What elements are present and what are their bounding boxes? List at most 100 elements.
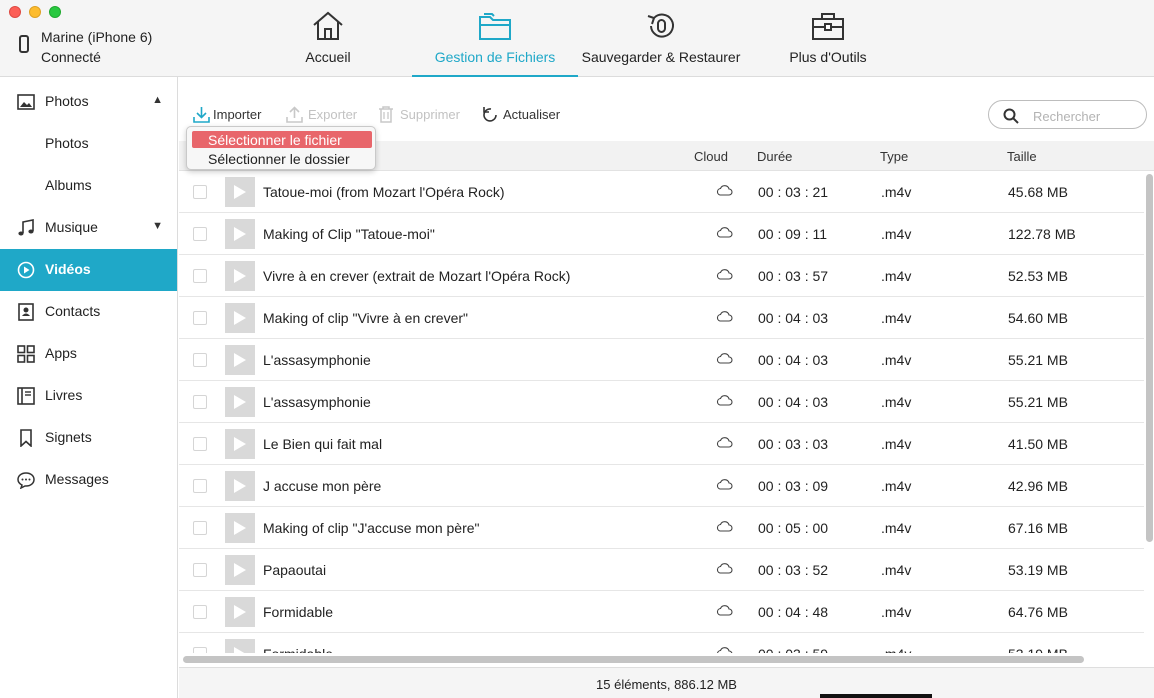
- row-checkbox[interactable]: [193, 395, 207, 409]
- contacts-icon: [18, 303, 34, 321]
- cloud-icon: [717, 647, 733, 653]
- table-row[interactable]: Formidable 00 : 03 : 59 .m4v 53.19 MB: [179, 633, 1144, 653]
- export-button[interactable]: Exporter: [286, 106, 361, 126]
- export-icon: [286, 106, 303, 123]
- tab-home-label: Accueil: [305, 49, 351, 65]
- table-row[interactable]: Le Bien qui fait mal 00 : 03 : 03 .m4v 41.5…: [179, 423, 1144, 465]
- sidebar-item-music[interactable]: Musique ▼: [0, 207, 177, 249]
- tab-file-management[interactable]: Gestion de Fichiers: [412, 0, 578, 77]
- table-row[interactable]: Vivre à en crever (extrait de Mozart l'O…: [179, 255, 1144, 297]
- video-thumbnail: [225, 261, 255, 291]
- play-icon: [234, 269, 246, 283]
- video-type: .m4v: [881, 352, 912, 368]
- menu-item-select-file[interactable]: Sélectionner le fichier: [192, 131, 372, 148]
- sidebar-item-label: Vidéos: [45, 261, 91, 277]
- video-duration: 00 : 04 : 03: [758, 352, 829, 368]
- video-duration: 00 : 03 : 21: [758, 184, 829, 200]
- table-row[interactable]: Tatoue-moi (from Mozart l'Opéra Rock) 00 …: [179, 171, 1144, 213]
- video-duration: 00 : 04 : 03: [758, 310, 829, 326]
- home-icon: [313, 11, 343, 40]
- video-thumbnail: [225, 513, 255, 543]
- sidebar-item-books[interactable]: Livres: [0, 375, 177, 417]
- refresh-button[interactable]: Actualiser: [482, 106, 562, 126]
- video-type: .m4v: [881, 310, 912, 326]
- table-row[interactable]: Papaoutai 00 : 03 : 52 .m4v 53.19 MB: [179, 549, 1144, 591]
- video-size: 55.21 MB: [1008, 394, 1068, 410]
- row-checkbox[interactable]: [193, 437, 207, 451]
- zoom-window-button[interactable]: [49, 6, 61, 18]
- sidebar-item-apps[interactable]: Apps: [0, 333, 177, 375]
- sidebar-subitem-albums[interactable]: Albums: [0, 165, 177, 207]
- backup-restore-icon: [647, 13, 674, 38]
- table-row[interactable]: L'assasymphonie 00 : 04 : 03 .m4v 55.21 MB: [179, 381, 1144, 423]
- column-header-duration[interactable]: Durée: [757, 149, 792, 164]
- search-placeholder: Rechercher: [1033, 109, 1101, 124]
- video-duration: 00 : 03 : 52: [758, 562, 829, 578]
- minimize-window-button[interactable]: [29, 6, 41, 18]
- sidebar-item-bookmarks[interactable]: Signets: [0, 417, 177, 459]
- row-checkbox[interactable]: [193, 521, 207, 535]
- horizontal-scrollbar[interactable]: [183, 656, 1084, 663]
- table-row[interactable]: L'assasymphonie 00 : 04 : 03 .m4v 55.21 MB: [179, 339, 1144, 381]
- row-checkbox[interactable]: [193, 605, 207, 619]
- sidebar: Photos ▲ Photos Albums Musique ▼ Vidéos …: [0, 77, 178, 698]
- table-row[interactable]: J accuse mon père 00 : 03 : 09 .m4v 42.96 M…: [179, 465, 1144, 507]
- row-checkbox[interactable]: [193, 647, 207, 653]
- search-input[interactable]: Rechercher: [988, 100, 1147, 129]
- tab-more-tools[interactable]: Plus d'Outils: [770, 0, 886, 75]
- row-checkbox[interactable]: [193, 311, 207, 325]
- cloud-icon: [716, 269, 733, 280]
- row-checkbox[interactable]: [193, 563, 207, 577]
- row-checkbox[interactable]: [193, 269, 207, 283]
- import-menu: Sélectionner le fichier Sélectionner le …: [186, 126, 376, 170]
- video-thumbnail: [225, 219, 255, 249]
- import-label: Importer: [213, 107, 262, 122]
- table-row[interactable]: Making of Clip "Tatoue-moi" 00 : 09 : 11.…: [179, 213, 1144, 255]
- folder-icon: [479, 13, 511, 40]
- table-row[interactable]: Making of clip "Vivre à en crever" 00 : 0…: [179, 297, 1144, 339]
- row-checkbox[interactable]: [193, 479, 207, 493]
- bookmark-icon: [20, 429, 32, 447]
- tab-backup-restore[interactable]: Sauvegarder & Restaurer: [580, 0, 742, 75]
- photo-icon: [17, 94, 35, 110]
- video-type: .m4v: [881, 604, 912, 620]
- sidebar-item-photos[interactable]: Photos ▲: [0, 81, 177, 123]
- row-checkbox[interactable]: [193, 227, 207, 241]
- sidebar-item-label: Contacts: [45, 303, 101, 319]
- delete-button[interactable]: Supprimer: [378, 106, 463, 126]
- sidebar-item-videos[interactable]: Vidéos: [0, 249, 177, 291]
- tab-home[interactable]: Accueil: [278, 0, 378, 75]
- video-thumbnail: [225, 639, 255, 653]
- play-icon: [234, 647, 245, 653]
- chevron-down-icon[interactable]: ▼: [152, 220, 163, 232]
- chevron-up-icon[interactable]: ▲: [152, 94, 163, 106]
- sidebar-subitem-photos[interactable]: Photos: [0, 123, 177, 165]
- menu-item-select-folder[interactable]: Sélectionner le dossier: [192, 150, 372, 167]
- column-header-type[interactable]: Type: [880, 149, 908, 164]
- sidebar-item-contacts[interactable]: Contacts: [0, 291, 177, 333]
- column-header-cloud[interactable]: Cloud: [694, 149, 728, 164]
- sidebar-item-label: Signets: [45, 429, 92, 445]
- video-size: 45.68 MB: [1008, 184, 1068, 200]
- table-row[interactable]: Making of clip "J'accuse mon père" 00 : 0…: [179, 507, 1144, 549]
- video-type: .m4v: [881, 646, 911, 653]
- sidebar-item-messages[interactable]: Messages: [0, 459, 177, 501]
- play-icon: [234, 479, 246, 493]
- apps-grid-icon: [17, 345, 35, 363]
- sidebar-item-label: Photos: [45, 93, 89, 109]
- video-thumbnail: [225, 387, 255, 417]
- tab-backup-restore-label: Sauvegarder & Restaurer: [581, 49, 741, 65]
- vertical-scrollbar[interactable]: [1146, 174, 1153, 542]
- row-checkbox[interactable]: [193, 353, 207, 367]
- row-checkbox[interactable]: [193, 185, 207, 199]
- video-size: 53.19 MB: [1008, 646, 1068, 653]
- close-window-button[interactable]: [9, 6, 21, 18]
- message-icon: [17, 472, 35, 489]
- status-summary: 15 éléments, 886.12 MB: [596, 677, 737, 692]
- import-button[interactable]: Importer: [193, 106, 268, 126]
- table-row[interactable]: Formidable 00 : 04 : 48 .m4v 64.76 MB: [179, 591, 1144, 633]
- column-header-size[interactable]: Taille: [1007, 149, 1037, 164]
- video-thumbnail: [225, 345, 255, 375]
- video-duration: 00 : 04 : 48: [758, 604, 829, 620]
- cloud-icon: [716, 563, 733, 574]
